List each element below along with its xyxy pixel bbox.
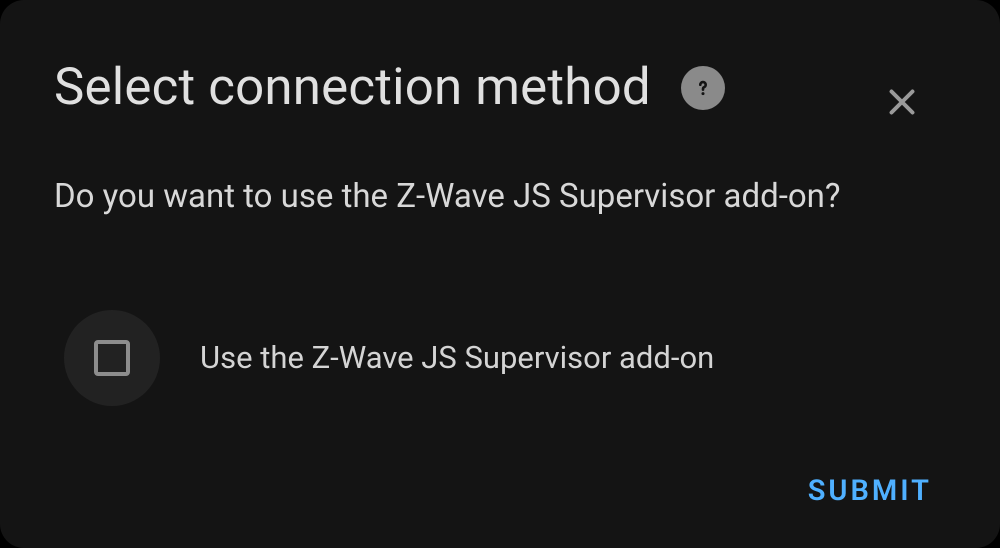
dialog-description: Do you want to use the Z-Wave JS Supervi… [54,175,946,220]
dialog-title: Select connection method [54,58,651,117]
dialog-header: Select connection method [54,58,946,117]
connection-method-dialog: Select connection method Do you want to … [0,0,1000,548]
use-supervisor-addon-checkbox[interactable] [64,310,160,406]
close-icon[interactable] [882,82,922,122]
checkbox-unchecked-icon [94,340,130,376]
use-supervisor-addon-label[interactable]: Use the Z-Wave JS Supervisor add-on [200,339,714,376]
checkbox-row: Use the Z-Wave JS Supervisor add-on [54,310,946,406]
dialog-actions: SUBMIT [800,462,940,520]
submit-button[interactable]: SUBMIT [800,462,940,520]
help-icon[interactable] [681,66,725,110]
